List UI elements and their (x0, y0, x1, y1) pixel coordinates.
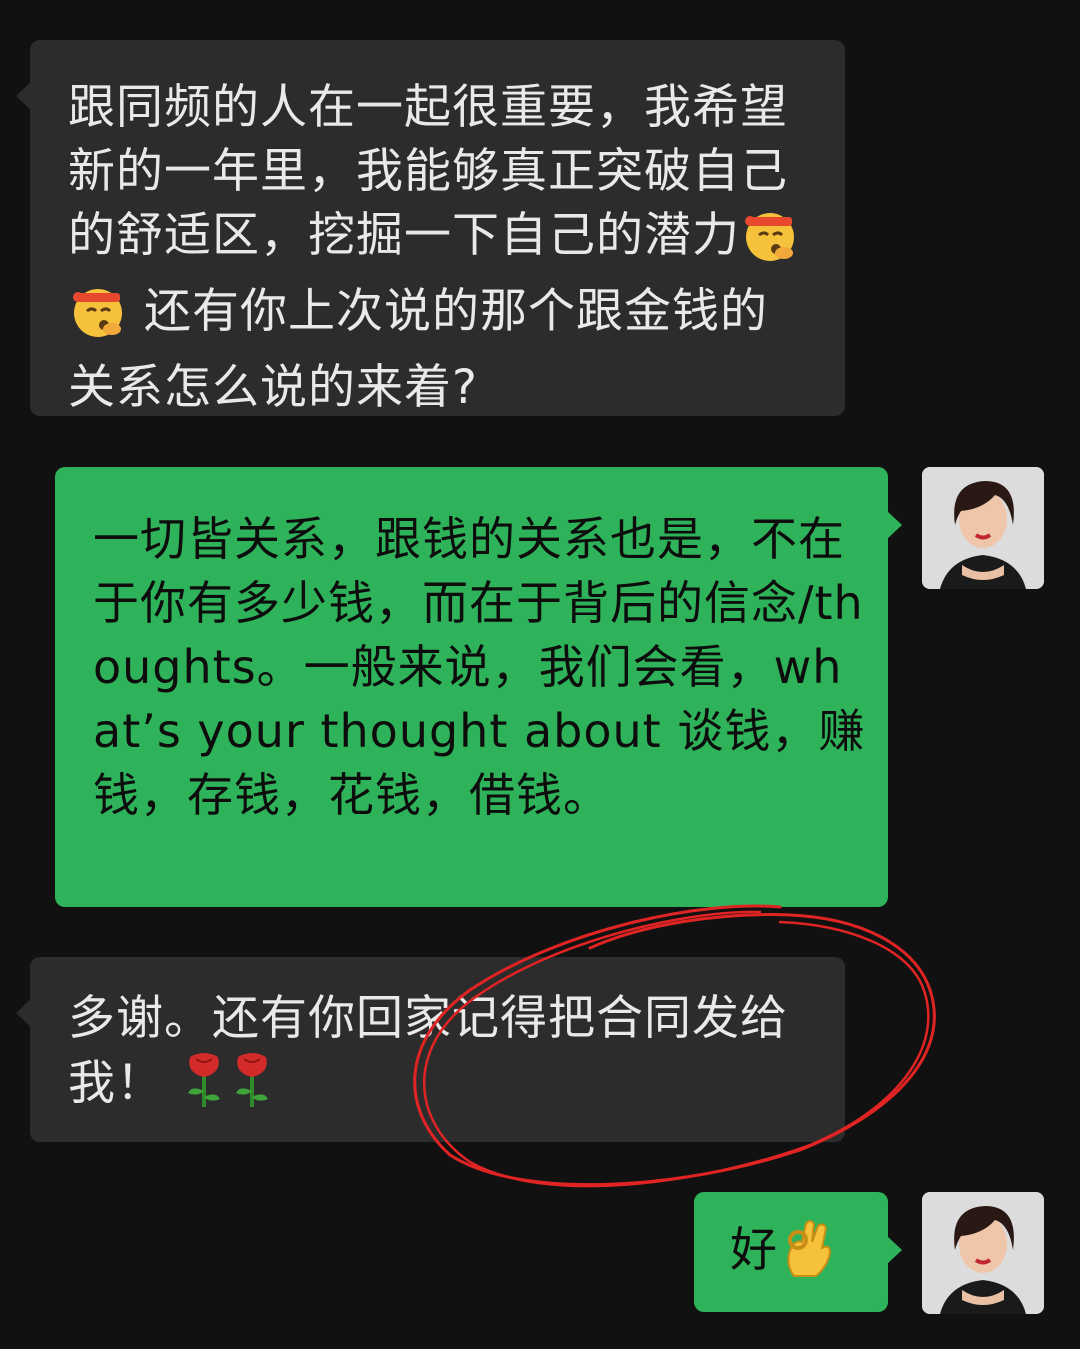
message-text: 跟同频的人在一起很重要，我希望新的一年里，我能够真正突破自己的舒适区，挖掘一下自… (68, 80, 788, 263)
rose-emoji (230, 1051, 274, 1128)
outgoing-message-bubble[interactable]: 一切皆关系，跟钱的关系也是，不在于你有多少钱，而在于背后的信念/thoughts… (55, 467, 902, 907)
avatar-portrait-icon (922, 467, 1044, 589)
ok-hand-emoji (780, 1218, 836, 1295)
rose-emoji (182, 1051, 226, 1128)
message-text: 多谢。还有你回家记得把合同发给我！ (68, 991, 788, 1111)
chat-area: 跟同频的人在一起很重要，我希望新的一年里，我能够真正突破自己的舒适区，挖掘一下自… (0, 0, 1080, 1349)
message-text: 一切皆关系，跟钱的关系也是，不在于你有多少钱，而在于背后的信念/thoughts… (93, 512, 866, 822)
incoming-message-bubble[interactable]: 多谢。还有你回家记得把合同发给我！ (16, 957, 845, 1142)
avatar-portrait-icon (922, 1192, 1044, 1314)
message-text-continued: 还有你上次说的那个跟金钱的关系怎么说的来着? (68, 284, 768, 415)
outgoing-message-bubble[interactable]: 好 (694, 1192, 902, 1312)
user-avatar[interactable] (922, 467, 1044, 589)
user-avatar[interactable] (922, 1192, 1044, 1314)
incoming-message-bubble[interactable]: 跟同频的人在一起很重要，我希望新的一年里，我能够真正突破自己的舒适区，挖掘一下自… (16, 40, 845, 416)
sweating-face-headband-emoji (70, 283, 126, 356)
sweating-face-headband-emoji (742, 207, 798, 280)
message-text: 好 (730, 1223, 778, 1278)
